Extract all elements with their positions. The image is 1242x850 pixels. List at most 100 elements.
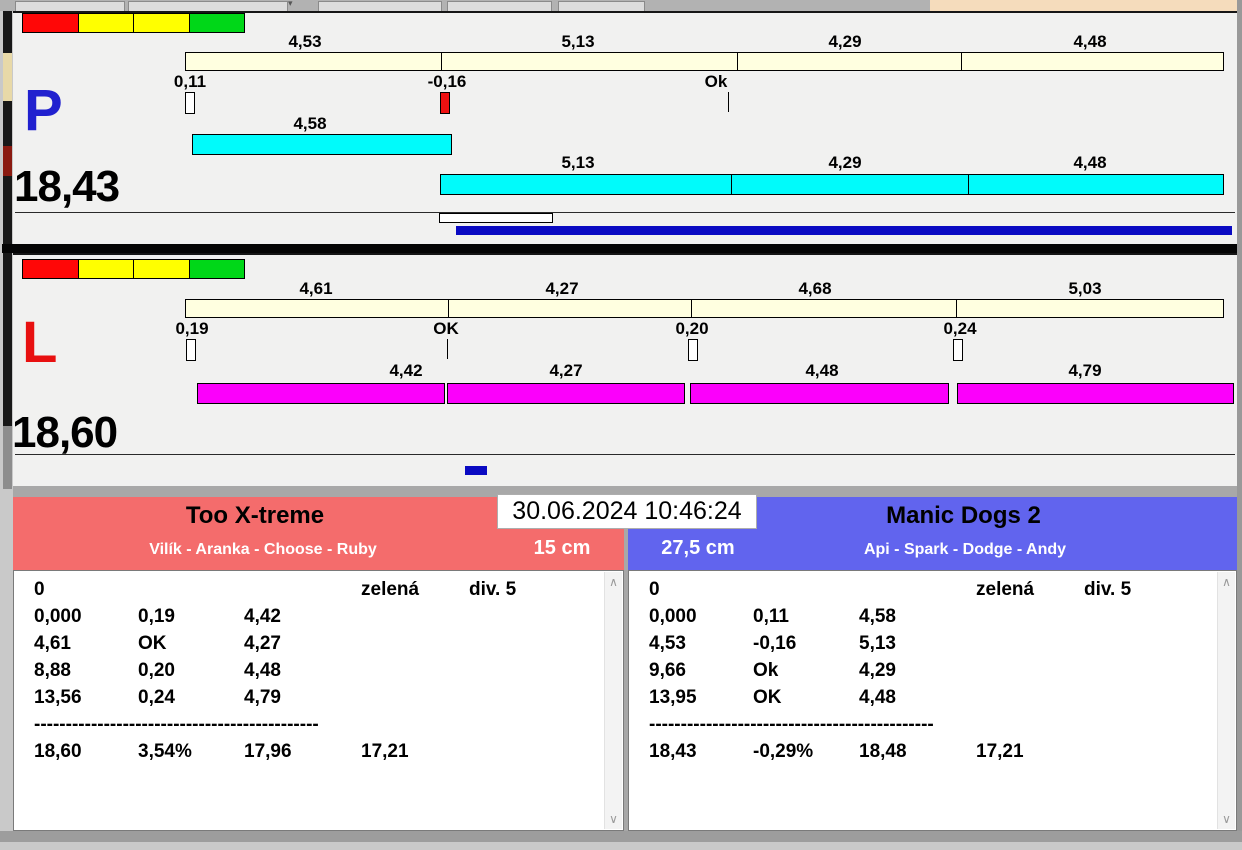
results-textarea[interactable]: 0 zelená div. 5 0,000 0,11 4,58 4,53 -0,16 5,13 9… [628, 570, 1237, 831]
table-cell: div. 5 [469, 579, 517, 600]
traffic-light-green [188, 259, 245, 279]
ruler-divider [691, 300, 692, 317]
scrollbar[interactable]: ∧ ∨ [604, 572, 622, 829]
p-split-label: 4,29 [828, 32, 862, 51]
l-split-label: 5,03 [1068, 279, 1102, 298]
dog-names: Api - Spark - Dodge - Andy [863, 541, 1067, 558]
l-bar-label: 4,48 [805, 361, 839, 380]
scrollbar[interactable]: ∧ ∨ [1217, 572, 1235, 829]
results-textarea[interactable]: 0 zelená div. 5 0,000 0,19 4,42 4,61 OK 4,27 8,88… [13, 570, 624, 831]
l-fault-label: OK [433, 319, 459, 338]
table-row: 18,60 3,54% 17,96 17,21 [14, 741, 605, 768]
table-cell: 0,000 [649, 606, 697, 627]
l-split-label: 4,27 [545, 279, 579, 298]
p-split-bar [192, 134, 452, 155]
team-panel-right: Manic Dogs 2 Api - Spark - Dodge - Andy … [628, 497, 1237, 831]
table-cell: 4,58 [859, 606, 896, 627]
traffic-light-red [22, 13, 79, 33]
edge-patch [3, 53, 12, 101]
table-cell: 4,48 [859, 687, 896, 708]
l-lane-letter: L [22, 310, 58, 375]
scroll-up-icon[interactable]: ∧ [605, 574, 622, 590]
fault-marker-line [728, 92, 729, 112]
p-fault-label: Ok [704, 72, 728, 91]
l-total-time: 18,60 [12, 408, 118, 457]
team-name: Manic Dogs 2 [886, 502, 1041, 529]
table-cell: 4,53 [649, 633, 686, 654]
bottom-strip [0, 831, 1242, 842]
sub-panel-line [15, 212, 1235, 213]
table-cell: 4,79 [244, 687, 281, 708]
table-cell: OK [138, 633, 167, 654]
table-row: 13,95 OK 4,48 [629, 687, 1218, 714]
toolbar-chevron-icon: ▾ [288, 0, 293, 8]
background-tab[interactable] [128, 1, 288, 11]
background-tab[interactable] [318, 1, 442, 11]
sub-panel-line [15, 454, 1235, 455]
table-cell: 0 [649, 579, 660, 600]
table-row: 13,56 0,24 4,79 [14, 687, 605, 714]
background-tab[interactable] [15, 1, 125, 11]
edge-patch [3, 426, 12, 489]
table-cell: zelená [976, 579, 1035, 600]
ruler-divider [441, 53, 442, 70]
p-bar-label: 4,58 [293, 114, 327, 133]
l-progress-bar [465, 466, 487, 475]
p-fault-label: 0,11 [173, 72, 207, 91]
p-bar-label: 5,13 [561, 153, 595, 172]
l-bar-label: 4,79 [1068, 361, 1102, 380]
l-bar-label: 4,27 [549, 361, 583, 380]
l-fault-label: 0,20 [675, 319, 709, 338]
table-cell: 0,20 [138, 660, 175, 681]
p-split-label: 4,53 [288, 32, 322, 51]
table-cell: -0,16 [753, 633, 797, 654]
datetime-display: 30.06.2024 10:46:24 [497, 494, 757, 529]
l-bar-label: 4,42 [389, 361, 423, 380]
p-bar-label: 4,29 [828, 153, 862, 172]
ruler-divider [961, 53, 962, 70]
scroll-down-icon[interactable]: ∨ [605, 811, 622, 827]
table-cell: 13,95 [649, 687, 697, 708]
jump-height: 15 cm [533, 537, 591, 559]
traffic-light-yellow [77, 259, 134, 279]
ruler-divider [956, 300, 957, 317]
background-tab[interactable] [558, 1, 645, 11]
traffic-light-red [22, 259, 79, 279]
window-right-border [1237, 0, 1242, 850]
table-cell: 3,54% [138, 741, 192, 762]
l-split-bar [447, 383, 685, 404]
background-tab[interactable] [447, 1, 552, 11]
p-progress-bar [456, 226, 1232, 235]
team-panel-left: Too X-treme Vilík - Aranka - Choose - Ru… [13, 497, 624, 831]
table-cell: 18,43 [649, 741, 697, 762]
table-cell: 0 [34, 579, 45, 600]
table-cell: 17,96 [244, 741, 292, 762]
scroll-up-icon[interactable]: ∧ [1218, 574, 1235, 590]
traffic-light-yellow [133, 259, 190, 279]
edge-patch [3, 146, 12, 176]
table-row: ----------------------------------------… [14, 714, 605, 741]
team-name: Too X-treme [185, 502, 325, 529]
scroll-down-icon[interactable]: ∨ [1218, 811, 1235, 827]
table-cell: 0,000 [34, 606, 82, 627]
traffic-light-yellow [133, 13, 190, 33]
fault-marker-line [447, 339, 448, 359]
ruler-divider [448, 300, 449, 317]
table-row: 8,88 0,20 4,48 [14, 660, 605, 687]
table-row: 0 zelená div. 5 [14, 579, 605, 606]
table-cell: -0,29% [753, 741, 814, 762]
table-row: 0,000 0,11 4,58 [629, 606, 1218, 633]
l-split-bar [690, 383, 949, 404]
table-row: 0,000 0,19 4,42 [14, 606, 605, 633]
table-cell: 4,48 [244, 660, 281, 681]
table-cell: Ok [753, 660, 779, 681]
dog-names: Vilík - Aranka - Choose - Ruby [149, 541, 377, 558]
p-lane-letter: P [24, 78, 63, 143]
section-separator [2, 244, 1237, 253]
p-split-ruler [185, 52, 1224, 71]
table-row: 18,43 -0,29% 18,48 17,21 [629, 741, 1218, 768]
results-rows: 0 zelená div. 5 0,000 0,19 4,42 4,61 OK 4,27 8,88… [14, 579, 605, 830]
table-row: 9,66 Ok 4,29 [629, 660, 1218, 687]
table-cell: 18,60 [34, 741, 82, 762]
p-split-label: 5,13 [561, 32, 595, 51]
